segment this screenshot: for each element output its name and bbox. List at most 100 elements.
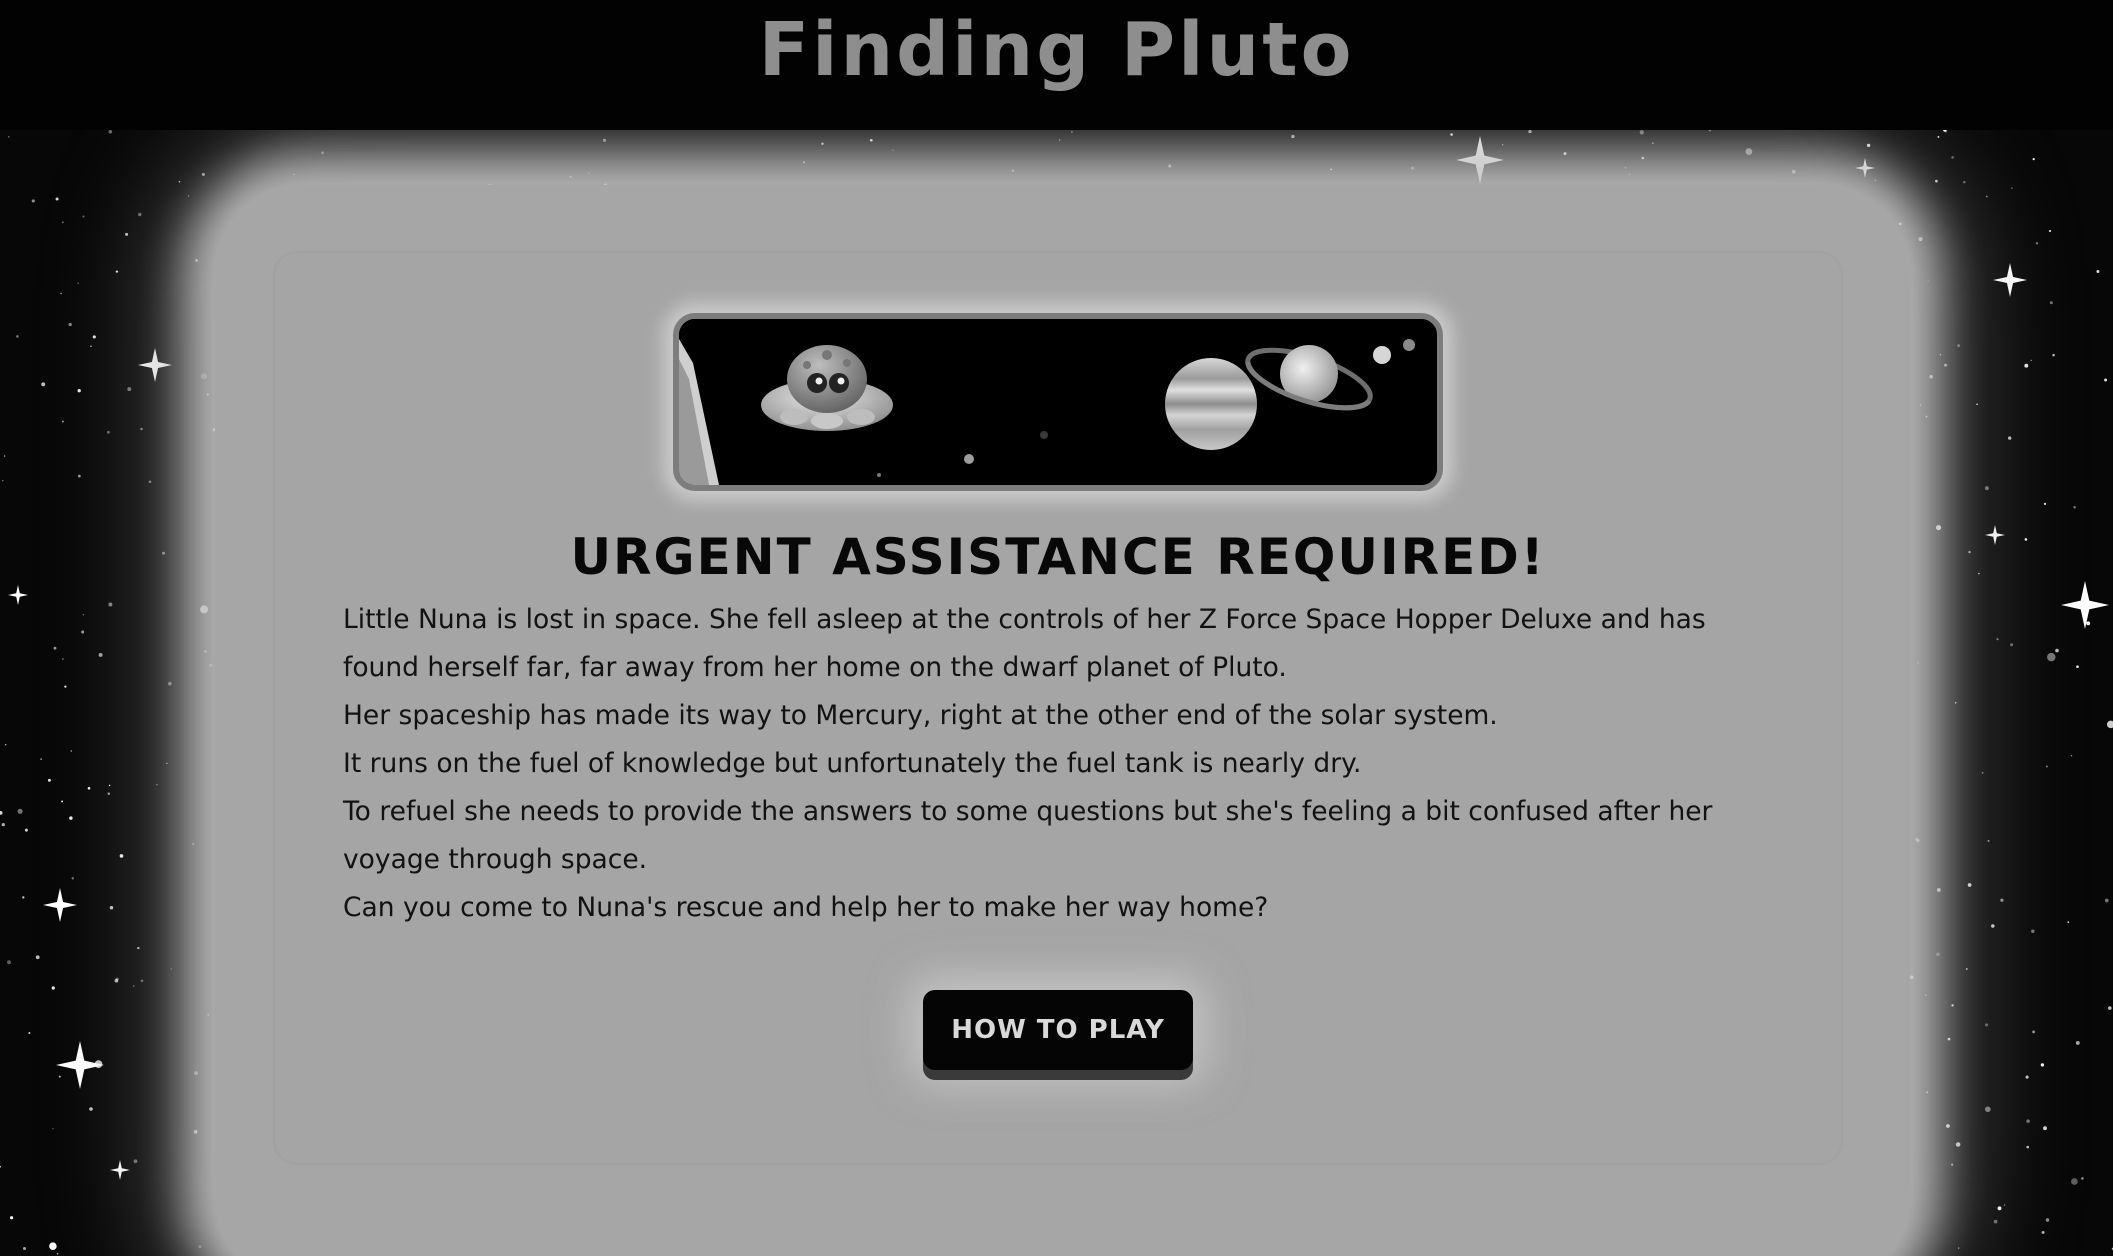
star: [2070, 755, 2073, 757]
star: [1963, 180, 1966, 184]
star: [1168, 164, 1172, 168]
story-paragraph: Can you come to Nuna's rescue and help h…: [343, 892, 1269, 923]
star: [1639, 130, 1644, 135]
star: [1071, 131, 1073, 133]
star: [156, 784, 158, 786]
star: [1, 822, 5, 827]
star: [2011, 187, 2013, 189]
star: [69, 816, 73, 820]
star: [2108, 1006, 2112, 1010]
star: [31, 199, 35, 203]
star: [1909, 975, 1914, 980]
star: [132, 985, 135, 987]
star: [2032, 1030, 2035, 1034]
star: [168, 681, 172, 686]
how-to-play-button[interactable]: HOW TO PLAY: [923, 990, 1193, 1070]
star: [178, 180, 181, 183]
star: [2045, 1218, 2050, 1222]
star: [2104, 898, 2109, 903]
star: [1929, 374, 1933, 379]
star: [2106, 720, 2113, 729]
star: [35, 955, 40, 960]
star: [1976, 403, 1978, 405]
star: [16, 335, 19, 338]
star: [1944, 363, 1948, 367]
star: [207, 1013, 210, 1016]
star: [2040, 1063, 2045, 1067]
star: [22, 896, 25, 899]
star: [602, 138, 607, 143]
star: [1950, 1163, 1954, 1166]
star: [1916, 839, 1920, 843]
star: [1925, 994, 1927, 996]
star: [1874, 179, 1877, 182]
star: [2045, 765, 2048, 768]
star: [2043, 1126, 2047, 1131]
star: [55, 197, 59, 201]
star: [1450, 133, 1453, 136]
star: [2035, 242, 2039, 245]
star: [148, 480, 152, 483]
star: [90, 345, 92, 348]
star: [2025, 1075, 2029, 1079]
star: [2026, 1145, 2030, 1149]
sparkle-star: [1985, 525, 2005, 545]
star: [1919, 404, 1922, 406]
star: [2041, 1230, 2045, 1234]
star: [4, 743, 7, 746]
story-text: Little Nuna is lost in space. She fell a…: [343, 596, 1773, 932]
story-paragraph: Her spaceship has made its way to Mercur…: [343, 700, 1498, 731]
star: [108, 784, 111, 787]
star: [200, 373, 207, 380]
star: [1058, 139, 1061, 141]
sparkle-star: [1993, 263, 2027, 297]
sparkle-star: [138, 348, 172, 382]
star: [77, 389, 81, 393]
star: [1965, 968, 1968, 970]
star: [2000, 898, 2004, 902]
star: [140, 427, 143, 431]
star: [201, 172, 205, 176]
star: [1968, 550, 1971, 554]
star: [23, 1247, 26, 1250]
star: [2024, 363, 2029, 368]
star: [2055, 648, 2059, 653]
star: [1939, 353, 1942, 356]
star: [1745, 148, 1753, 155]
banner-image: [673, 313, 1443, 491]
star: [1528, 130, 1532, 134]
star: [17, 808, 23, 814]
star: [137, 946, 140, 950]
star: [60, 292, 62, 295]
star: [2075, 1040, 2080, 1045]
story-paragraph: It runs on the fuel of knowledge but unf…: [343, 748, 1362, 779]
star: [2024, 538, 2028, 541]
star: [1918, 237, 1923, 242]
star: [49, 1242, 57, 1250]
star: [2052, 353, 2055, 357]
card-heading: URGENT ASSISTANCE REQUIRED!: [570, 528, 1546, 586]
star: [193, 1129, 198, 1134]
story-paragraph: Little Nuna is lost in space. She fell a…: [343, 604, 1706, 683]
star: [1624, 166, 1627, 169]
star: [198, 1245, 202, 1249]
star: [1947, 1037, 1951, 1041]
star: [1937, 135, 1940, 138]
star: [321, 151, 324, 154]
star: [1936, 952, 1940, 957]
star: [2076, 665, 2079, 669]
star: [1652, 142, 1654, 144]
star: [125, 232, 129, 236]
star: [98, 652, 103, 657]
star: [204, 650, 207, 653]
star: [1898, 222, 1902, 226]
star: [109, 905, 114, 910]
star: [2086, 621, 2091, 626]
star: [138, 212, 142, 217]
star: [7, 960, 11, 965]
star: [206, 393, 209, 396]
star: [2003, 1204, 2006, 1206]
star: [107, 792, 111, 796]
star: [802, 161, 805, 164]
star: [1410, 166, 1414, 170]
